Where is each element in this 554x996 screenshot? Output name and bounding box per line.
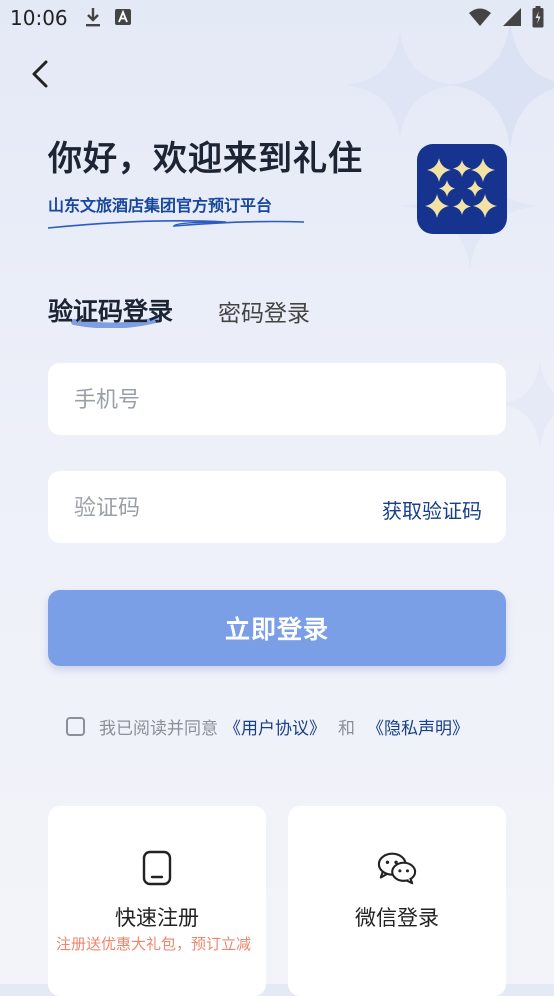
cellular-signal-icon: [503, 8, 521, 26]
tab-sms-login[interactable]: 验证码登录: [48, 292, 173, 328]
status-time: 10:06: [10, 6, 68, 30]
code-field: 获取验证码: [48, 471, 506, 545]
get-code-button[interactable]: 获取验证码: [382, 495, 482, 524]
agreement-checkbox[interactable]: [66, 717, 85, 736]
subtitle-swoosh: [47, 220, 305, 229]
agreement-and: 和: [338, 719, 355, 739]
wechat-icon: [377, 848, 417, 888]
back-button[interactable]: [22, 56, 58, 92]
phone-icon: [137, 848, 177, 888]
wifi-icon: [469, 8, 491, 26]
brand-logo: [417, 144, 507, 234]
wechat-login-label: 微信登录: [355, 906, 439, 930]
a-badge-icon: [115, 9, 131, 25]
phone-field: [48, 363, 506, 437]
agreement-prefix: 我已阅读并同意: [99, 719, 218, 739]
quick-register-label: 快速注册: [115, 906, 199, 930]
sparkle-stars-logo-icon: [425, 158, 497, 218]
quick-register-card[interactable]: 快速注册 注册送优惠大礼包，预订立减: [48, 806, 266, 996]
user-agreement-link[interactable]: 《用户协议》: [224, 714, 326, 739]
background-sparkles: [345, 20, 554, 450]
agreement-row: 我已阅读并同意 《用户协议》 和 《隐私声明》: [66, 714, 475, 739]
phone-input[interactable]: [72, 363, 376, 437]
greeting-title: 你好，欢迎来到礼住: [48, 139, 363, 179]
wechat-login-card[interactable]: 微信登录: [288, 806, 506, 996]
tab-password-login[interactable]: 密码登录: [218, 294, 310, 328]
register-promo-text: 注册送优惠大礼包，预订立减: [56, 935, 252, 953]
privacy-link[interactable]: 《隐私声明》: [367, 714, 469, 739]
chevron-left-icon: [32, 60, 48, 88]
download-icon: [86, 8, 100, 27]
code-input[interactable]: [72, 471, 376, 545]
login-button[interactable]: 立即登录: [48, 590, 506, 666]
battery-charging-icon: [532, 6, 544, 28]
platform-subtitle: 山东文旅酒店集团官方预订平台: [48, 196, 273, 215]
